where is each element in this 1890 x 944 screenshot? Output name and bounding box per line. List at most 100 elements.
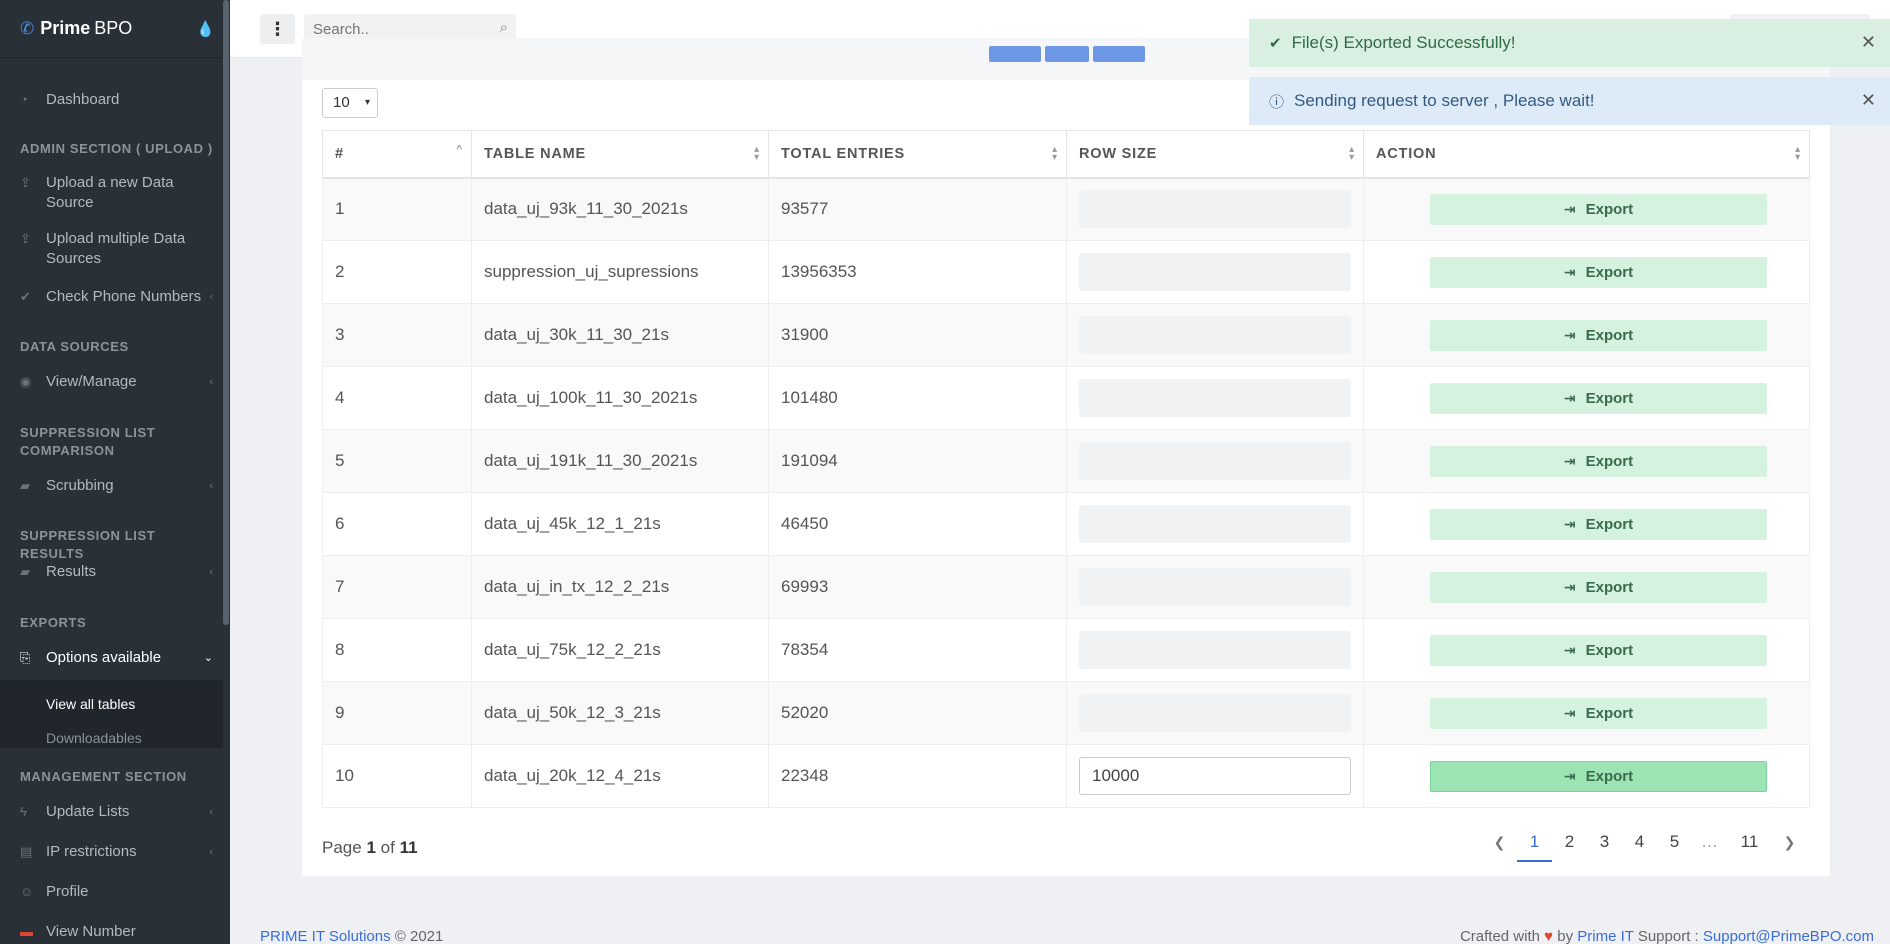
export-label: Export	[1585, 704, 1634, 722]
cell-total-entries: 52020	[768, 681, 1067, 745]
page-button[interactable]: 4	[1622, 824, 1657, 862]
row-size-input[interactable]	[1079, 631, 1351, 669]
page-button[interactable]: 1	[1517, 824, 1552, 862]
sidebar-item-options-available[interactable]: ⎘ Options available ⌄	[0, 648, 223, 668]
export-label: Export	[1585, 578, 1634, 596]
column-header-row-size[interactable]: ROW SIZE ▴ ▾	[1066, 130, 1364, 179]
row-size-input[interactable]	[1079, 505, 1351, 543]
page-button[interactable]: 2	[1552, 824, 1587, 862]
copy-button[interactable]	[989, 46, 1041, 62]
phone-logo-icon: ✆	[20, 18, 35, 38]
chevron-right-icon: ❯	[1783, 834, 1796, 850]
row-size-input[interactable]	[1079, 316, 1351, 354]
print-button[interactable]	[1093, 46, 1145, 62]
cell-table-name: data_uj_in_tx_12_2_21s	[471, 555, 769, 619]
sidebar-subitem-downloadables[interactable]: Downloadables	[46, 730, 142, 746]
section-heading-admin: ADMIN SECTION ( UPLOAD )	[20, 141, 213, 156]
of-word: of	[380, 838, 395, 857]
cell-row-size	[1066, 429, 1364, 493]
cell-number: 6	[322, 492, 472, 556]
export-button[interactable]: ⇥ Export	[1430, 445, 1767, 477]
file-export-icon: ⇥	[1563, 578, 1576, 595]
cell-total-entries: 31900	[768, 303, 1067, 367]
sidebar-item-results[interactable]: ▰ Results ‹	[0, 562, 223, 582]
cell-number: 3	[322, 303, 472, 367]
theme-drop-icon[interactable]: 💧	[196, 20, 215, 38]
search-icon[interactable]: ⌕	[500, 19, 508, 36]
csv-button[interactable]	[1045, 46, 1089, 62]
sidebar-item-upload-multiple[interactable]: ⇪ Upload multiple Data Sources	[0, 229, 223, 269]
company-link[interactable]: PRIME IT Solutions	[260, 928, 391, 944]
column-header-table-name[interactable]: TABLE NAME ▴ ▾	[471, 130, 769, 179]
check-circle-icon: ✔	[20, 289, 31, 304]
file-export-icon: ⇥	[1563, 263, 1576, 280]
bolt-icon: ϟ	[20, 804, 27, 819]
export-button[interactable]: ⇥ Export	[1430, 760, 1767, 792]
id-card-icon: ▤	[20, 844, 33, 859]
sidebar-item-view-manage[interactable]: ◉ View/Manage ‹	[0, 372, 223, 392]
sidebar-item-profile[interactable]: ☺ Profile	[0, 882, 223, 902]
page-button[interactable]: 3	[1587, 824, 1622, 862]
heart-icon: ♥	[1544, 928, 1554, 944]
page-button[interactable]: 5	[1657, 824, 1692, 862]
cell-total-entries: 69993	[768, 555, 1067, 619]
sidebar-item-update-lists[interactable]: ϟ Update Lists ‹	[0, 802, 223, 822]
row-size-input[interactable]	[1079, 442, 1351, 480]
sort-icon: ▴ ▾	[1349, 144, 1355, 163]
sidebar-item-check-phone[interactable]: ✔ Check Phone Numbers ‹	[0, 287, 223, 307]
column-header-total-entries[interactable]: TOTAL ENTRIES ▴ ▾	[768, 130, 1067, 179]
success-toast: ✔ File(s) Exported Successfully! ✕	[1249, 19, 1890, 67]
export-button[interactable]: ⇥ Export	[1430, 256, 1767, 288]
cell-action: ⇥ Export	[1363, 177, 1810, 241]
cell-total-entries: 13956353	[768, 240, 1067, 304]
brand[interactable]: ✆ Prime BPO 💧	[0, 0, 230, 58]
next-page-button[interactable]: ❯	[1772, 824, 1807, 862]
sidebar-item-scrubbing[interactable]: ▰ Scrubbing ‹	[0, 476, 223, 496]
section-heading-management: MANAGEMENT SECTION	[20, 769, 187, 784]
close-icon[interactable]: ✕	[1861, 32, 1876, 53]
close-icon[interactable]: ✕	[1861, 90, 1876, 111]
export-button[interactable]: ⇥ Export	[1430, 193, 1767, 225]
page-length-select[interactable]: 10 ▾	[322, 88, 378, 118]
sidebar-item-label: Update Lists	[46, 803, 130, 820]
export-button[interactable]: ⇥ Export	[1430, 508, 1767, 540]
export-button[interactable]: ⇥ Export	[1430, 697, 1767, 729]
sidebar-item-label: Profile	[46, 883, 89, 900]
sidebar-scrollbar[interactable]	[223, 0, 229, 625]
export-button[interactable]: ⇥ Export	[1430, 634, 1767, 666]
column-header-label: TABLE NAME	[484, 145, 586, 162]
row-size-input[interactable]	[1079, 379, 1351, 417]
cell-table-name: data_uj_45k_12_1_21s	[471, 492, 769, 556]
row-size-input[interactable]	[1079, 568, 1351, 606]
page-button[interactable]: 11	[1727, 824, 1772, 862]
export-label: Export	[1585, 263, 1634, 281]
export-button[interactable]: ⇥ Export	[1430, 382, 1767, 414]
export-button[interactable]: ⇥ Export	[1430, 571, 1767, 603]
cell-table-name: data_uj_75k_12_2_21s	[471, 618, 769, 682]
section-heading-results: SUPPRESSION LIST RESULTS	[20, 528, 156, 561]
column-header-action[interactable]: ACTION ▴ ▾	[1363, 130, 1810, 179]
menu-toggle-button[interactable]: ⋮	[260, 14, 295, 44]
sidebar-item-view-number[interactable]: ▬ View Number	[0, 922, 223, 942]
sidebar-item-upload-new[interactable]: ⇪ Upload a new Data Source	[0, 173, 223, 213]
support-email-link[interactable]: Support@PrimeBPO.com	[1703, 928, 1874, 944]
row-size-input[interactable]: 10000	[1079, 757, 1351, 795]
copyright-text: © 2021	[394, 928, 444, 944]
prime-it-link[interactable]: Prime IT	[1577, 928, 1633, 944]
chevron-down-icon: ▾	[364, 97, 370, 108]
row-size-input[interactable]	[1079, 694, 1351, 732]
sort-icon: ▴ ▾	[754, 144, 760, 163]
column-header-number[interactable]: # ^	[322, 130, 472, 179]
row-size-input[interactable]	[1079, 253, 1351, 291]
page-info: Page 1 of 11	[322, 838, 418, 858]
sidebar-item-ip-restrictions[interactable]: ▤ IP restrictions ‹	[0, 842, 223, 862]
export-button[interactable]: ⇥ Export	[1430, 319, 1767, 351]
sidebar-subitem-view-all-tables[interactable]: View all tables	[46, 696, 135, 712]
row-size-input[interactable]	[1079, 190, 1351, 229]
chevron-left-icon: ‹	[209, 291, 213, 303]
page-ellipsis: …	[1701, 832, 1718, 851]
sidebar-item-dashboard[interactable]: ◔ Dashboard	[0, 90, 223, 110]
sidebar-item-label: Upload multiple Data Sources	[46, 230, 186, 267]
vertical-dots-icon: ⋮	[268, 18, 287, 39]
prev-page-button[interactable]: ❮	[1482, 824, 1517, 862]
